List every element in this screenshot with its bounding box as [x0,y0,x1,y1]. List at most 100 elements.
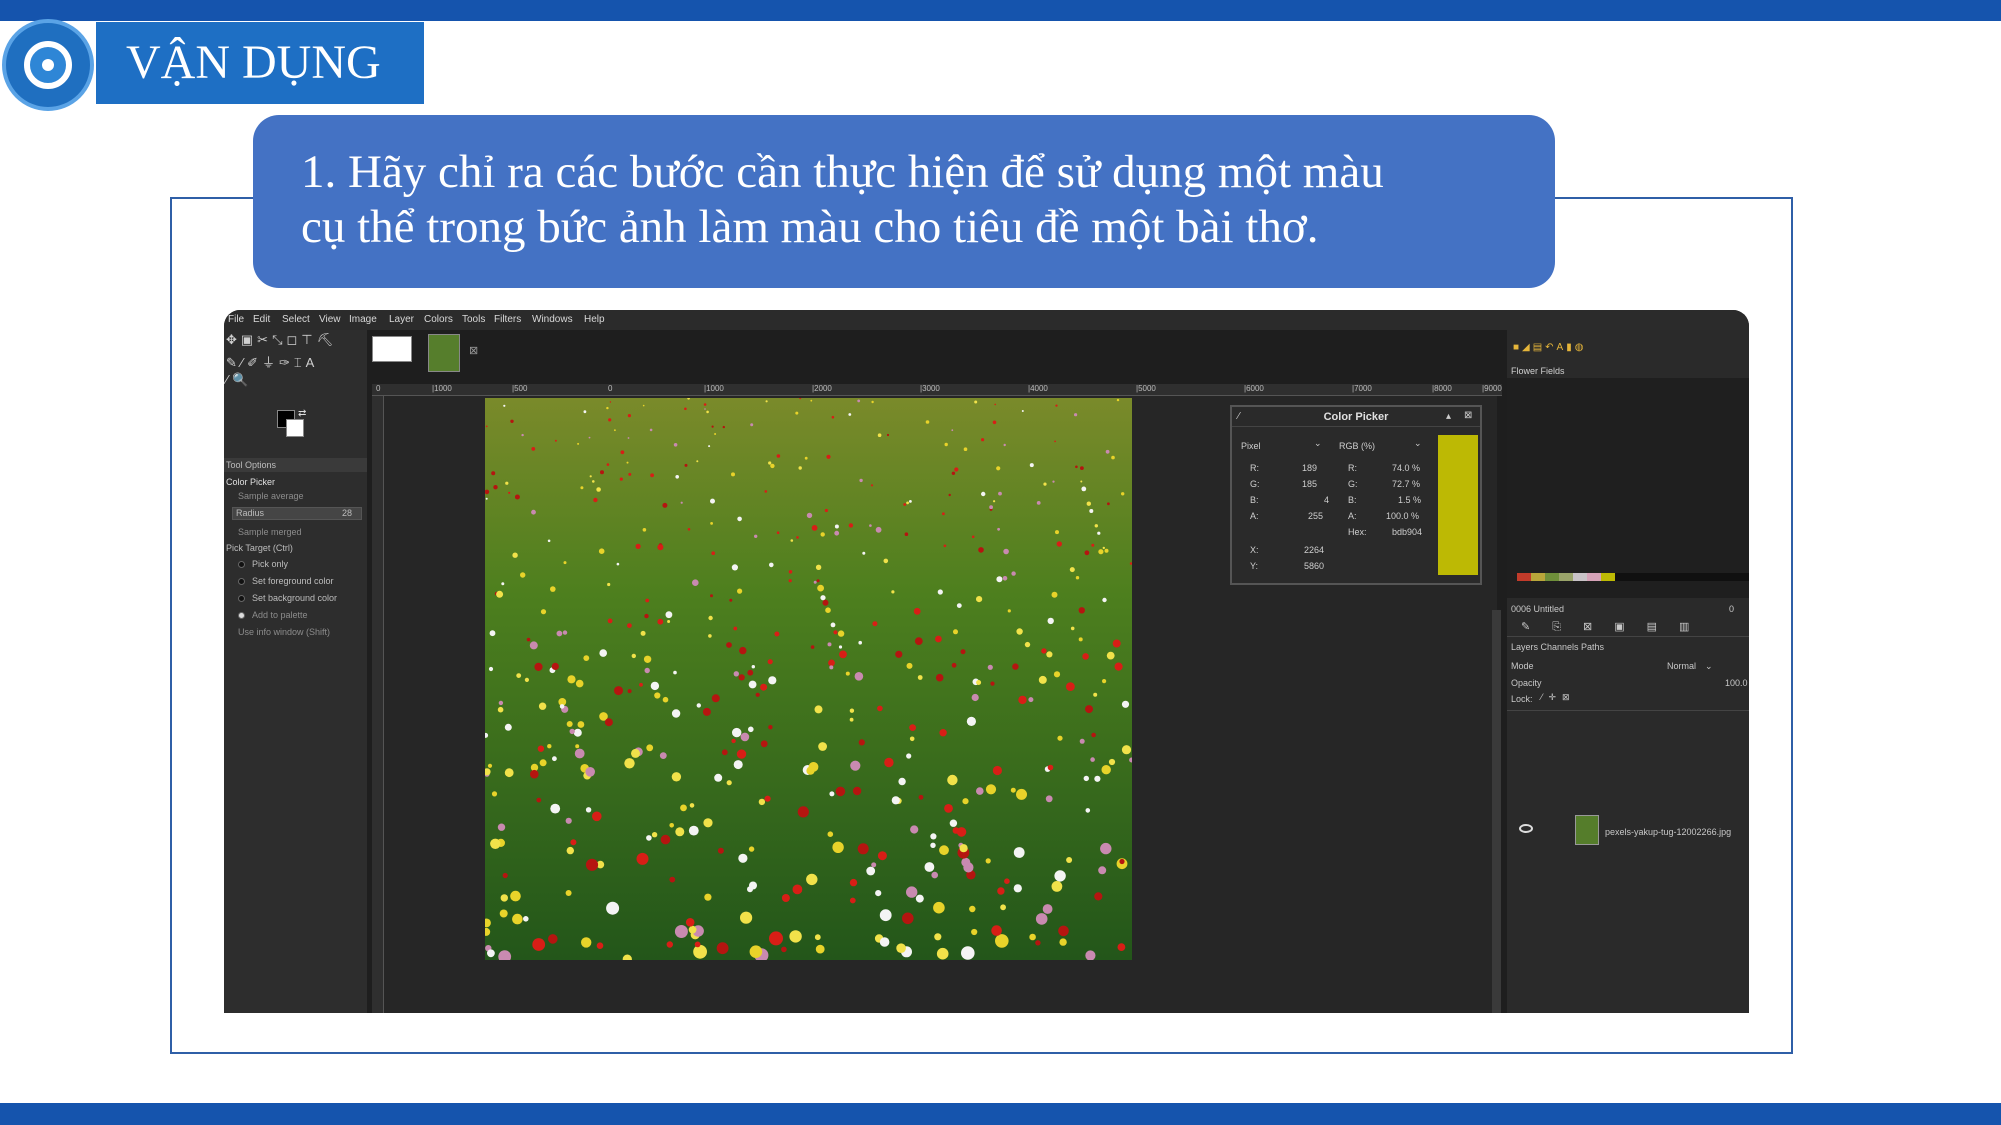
flower-dot [750,423,754,427]
rgb-mode-select[interactable]: RGB (%) [1336,438,1426,454]
flower-dot [910,825,919,834]
flower-dot [694,941,701,948]
canvas-vertical-scrollbar[interactable] [1492,610,1501,1013]
tool-options-tab-label: Tool Options [226,460,277,470]
radio-add-to-palette[interactable] [238,612,245,619]
menu-image[interactable]: Image [349,314,377,325]
mode-select[interactable]: Normal [1667,661,1696,671]
flower-dot [491,791,498,797]
sample-merged-checkbox[interactable]: Sample merged [238,527,302,537]
flower-field-photo[interactable] [485,398,1132,960]
flower-dot [959,844,968,853]
flower-dot [996,576,1003,583]
swap-colors-icon[interactable]: ⇄ [298,408,306,419]
flower-dot [708,445,711,448]
sample-average-checkbox[interactable]: Sample average [238,491,304,501]
flower-dot [565,817,572,824]
flower-dot [834,530,840,536]
palette-color-chip[interactable] [1573,573,1587,581]
option-set-foreground[interactable]: Set foreground color [252,576,334,586]
menu-help[interactable]: Help [584,314,605,325]
option-add-to-palette[interactable]: Add to palette [252,610,308,620]
tools-row-1-icon[interactable]: ✥▣✂⤡◻⊤⛏ [226,332,337,348]
flower-dot [704,893,712,901]
flower-dot [526,637,531,642]
flower-dot [755,692,760,697]
flower-dot [680,804,687,812]
flower-dot [485,497,488,500]
flower-dot [850,760,861,771]
menu-filters[interactable]: Filters [494,314,521,325]
palette-actions-icon[interactable]: ✎⎘⊠▣▤▥ [1521,620,1711,634]
flower-dot [877,851,887,861]
palette-color-chip[interactable] [1559,573,1573,581]
ruler-label: |2000 [812,384,832,393]
menu-tools[interactable]: Tools [462,314,485,325]
dialog-menu-icon[interactable]: ▴ [1446,411,1451,422]
image-tab-blank[interactable] [372,336,412,362]
image-tab-thumbnail[interactable] [428,334,460,372]
flower-dot [1119,858,1125,865]
menu-colors[interactable]: Colors [424,314,453,325]
flower-dot [737,516,742,522]
flower-dot [710,522,713,525]
flower-dot [978,547,984,553]
flower-dot [631,653,636,659]
layers-tabs[interactable]: Layers Channels Paths [1511,642,1604,652]
layer-thumbnail[interactable] [1575,815,1599,845]
layer-name[interactable]: pexels-yakup-tug-12002266.jpg [1605,827,1731,837]
flower-dot [879,937,890,947]
flower-dot [1083,775,1089,782]
flower-dot [540,609,547,615]
chevron-down-icon[interactable]: ⌄ [1705,661,1713,672]
dock-icons-row-icon[interactable]: ■◢▤↶A▮◍ [1513,342,1586,353]
menu-file[interactable]: File [228,314,244,325]
close-tab-icon[interactable]: ⊠ [469,344,478,357]
top-banner-bar [0,0,2001,21]
close-dialog-icon[interactable]: ⊠ [1464,410,1472,421]
palette-color-chip[interactable] [1531,573,1545,581]
flower-dot [596,942,604,949]
menu-layer[interactable]: Layer [389,314,414,325]
palette-color-chip[interactable] [1545,573,1559,581]
palette-color-chip[interactable] [1517,573,1531,581]
flower-dot [726,642,732,648]
flower-dot [538,702,547,710]
radio-set-foreground[interactable] [238,578,245,585]
radio-pick-only[interactable] [238,561,245,568]
chevron-down-icon[interactable]: ⌄ [1414,438,1422,449]
flower-dot [760,683,768,691]
opacity-value[interactable]: 100.0 [1725,678,1748,688]
flower-dot [688,825,699,836]
palette-color-chip[interactable] [1601,573,1615,581]
palette-strip[interactable] [1517,573,1749,581]
layer-visibility-eye-icon[interactable] [1519,824,1533,833]
radio-set-background[interactable] [238,595,245,602]
flower-dot [575,679,584,688]
flower-dot [915,894,924,903]
flower-dot [797,806,809,818]
flower-dot [1078,637,1083,642]
flower-dot [827,642,832,647]
menu-select[interactable]: Select [282,314,310,325]
use-info-window-checkbox[interactable]: Use info window (Shift) [238,627,330,637]
x-label: X: [1250,545,1259,555]
flower-dot [662,502,668,508]
menu-edit[interactable]: Edit [253,314,270,325]
menu-view[interactable]: View [319,314,341,325]
flower-dot [896,943,906,953]
lock-options-icon[interactable]: ⁄✛⊠ [1541,692,1576,703]
radius-value[interactable]: 28 [342,508,352,518]
option-pick-only[interactable]: Pick only [252,559,288,569]
tools-row-2-icon[interactable]: ✎⁄✐⏚✑⌶A [226,352,318,371]
tools-row-3-icon[interactable]: ⁄🔍 [226,372,252,388]
vertical-ruler [372,396,384,1013]
background-color-swatch[interactable] [286,419,304,437]
chevron-down-icon[interactable]: ⌄ [1314,438,1322,449]
x-value: 2264 [1304,545,1325,555]
menu-windows[interactable]: Windows [532,314,573,325]
flower-dot [792,884,803,895]
option-set-background[interactable]: Set background color [252,593,337,603]
palette-color-chip[interactable] [1587,573,1601,581]
radius-label: Radius [236,508,265,518]
